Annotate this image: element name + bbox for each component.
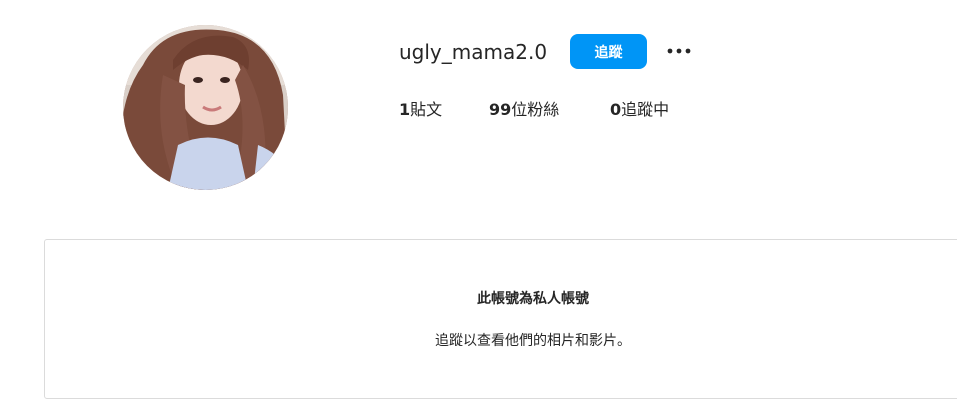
follow-button[interactable]: 追蹤 [570,34,647,69]
private-account-notice [44,239,957,399]
private-account-title: 此帳號為私人帳號 [477,291,589,307]
following-label: 追蹤中 [621,100,670,119]
more-options-button[interactable] [664,38,694,64]
profile-username: ugly_mama2.0 [399,40,548,64]
profile-page: ugly_mama2.0 追蹤 1貼文 99位粉絲 0追蹤中 此帳號為私人帳號 … [0,0,957,417]
followers-count-stat[interactable]: 99位粉絲 [489,99,559,121]
following-count: 0 [610,100,622,119]
posts-count: 1 [399,100,411,119]
following-count-stat[interactable]: 0追蹤中 [610,99,669,121]
posts-label: 貼文 [410,100,443,119]
followers-label: 位粉絲 [511,100,560,119]
more-horizontal-icon [667,48,691,54]
private-account-subtitle: 追蹤以查看他們的相片和影片。 [435,333,631,349]
followers-count: 99 [489,100,512,119]
posts-count-stat: 1貼文 [399,99,442,121]
avatar-photo [123,25,288,190]
profile-avatar[interactable] [123,25,288,190]
